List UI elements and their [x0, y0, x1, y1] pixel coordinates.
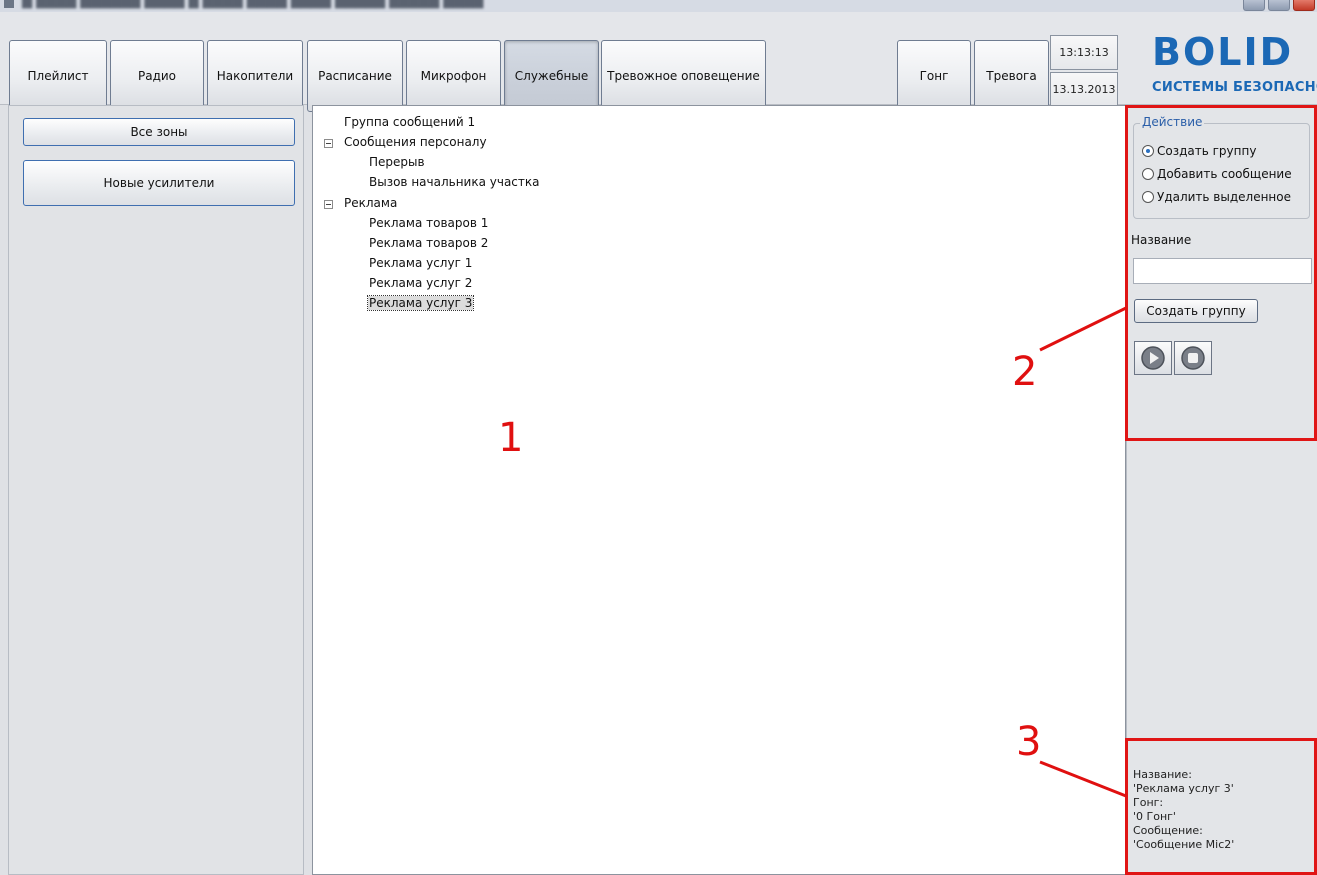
callout-number-1: 1: [498, 415, 524, 461]
callout-lines: [1039, 306, 1127, 798]
callout-number-2: 2: [1012, 349, 1038, 395]
callout-line-2: [1039, 306, 1127, 352]
callout-number-3: 3: [1016, 719, 1042, 765]
callout-line-3: [1039, 760, 1127, 798]
